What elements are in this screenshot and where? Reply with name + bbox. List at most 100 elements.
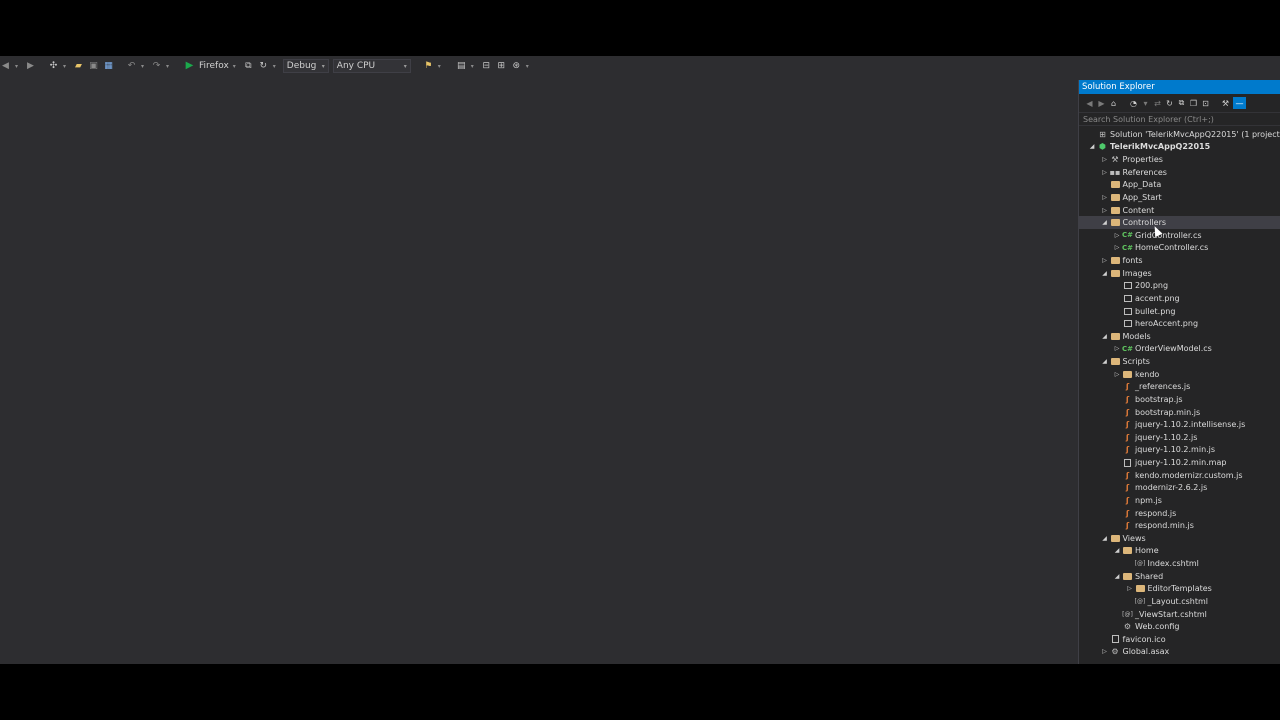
undo-dropdown-icon[interactable]: ▾ [141,63,147,70]
tree-item[interactable]: ▷ Content [1079,204,1280,217]
tree-item[interactable]: [@] _Layout.cshtml [1079,595,1280,608]
bookmark-icon[interactable]: ⊟ [481,60,492,72]
redo-icon[interactable]: ↷ [151,60,162,72]
tree-item[interactable]: ▷ ⚙ Global.asax [1079,646,1280,659]
tree-item[interactable]: favicon.ico [1079,633,1280,646]
pending-changes-filter-icon[interactable]: ◔ [1129,98,1138,108]
tree-item[interactable]: ʃ modernizr-2.6.2.js [1079,482,1280,495]
tree-item[interactable]: ▷ ▪▪ References [1079,166,1280,179]
tree-item[interactable]: ▷ ⚒ Properties [1079,153,1280,166]
tree-item[interactable]: jquery-1.10.2.min.map [1079,456,1280,469]
preview-selected-icon[interactable]: ⊡ [1201,98,1210,108]
tree-item[interactable]: ʃ npm.js [1079,494,1280,507]
start-debug-icon[interactable]: ▶ [184,60,195,72]
new-project-dropdown-icon[interactable]: ▾ [63,63,69,70]
refresh-dropdown-icon[interactable]: ▾ [273,63,279,70]
tree-item[interactable]: heroAccent.png [1079,317,1280,330]
browser-link-icon[interactable]: ⧉ [243,60,254,72]
tree-item[interactable]: ▷ EditorTemplates [1079,583,1280,596]
tree-item[interactable]: accent.png [1079,292,1280,305]
tree-item[interactable]: ◢ Images [1079,267,1280,280]
show-all-files-icon[interactable]: ❐ [1189,98,1198,108]
tree-item[interactable]: ʃ kendo.modernizr.custom.js [1079,469,1280,482]
clipboard-icon[interactable]: ▤ [456,60,467,72]
tree-item[interactable]: ʃ jquery-1.10.2.js [1079,431,1280,444]
collapsed-arrow-icon[interactable]: ▷ [1112,230,1122,240]
back-icon[interactable]: ◀ [1085,98,1094,108]
collapsed-arrow-icon[interactable]: ▷ [1100,155,1110,165]
collapsed-arrow-icon[interactable]: ▷ [1100,647,1110,657]
tree-item[interactable]: ▷ C# GridController.cs [1079,229,1280,242]
tree-item[interactable]: [@] _ViewStart.cshtml [1079,608,1280,621]
collapsed-arrow-icon[interactable]: ▷ [1100,192,1110,202]
refresh-icon[interactable]: ↻ [258,60,269,72]
collapsed-arrow-icon[interactable]: ▷ [1100,205,1110,215]
toolbar-overflow-icon[interactable]: ▾ [438,63,444,70]
tree-item[interactable]: ◢ Home [1079,545,1280,558]
run-target-dropdown-icon[interactable]: ▾ [233,63,239,70]
next-bookmark-icon[interactable]: ⊞ [496,60,507,72]
expanded-arrow-icon[interactable]: ◢ [1100,357,1110,367]
tree-item[interactable]: ◢ Views [1079,532,1280,545]
tree-item[interactable]: ʃ respond.js [1079,507,1280,520]
tree-item[interactable]: ◢ Scripts [1079,355,1280,368]
tree-item[interactable]: ▷ fonts [1079,254,1280,267]
navigate-forward-icon[interactable]: ▶ [25,60,36,72]
tree-item[interactable]: ▷ C# OrderViewModel.cs [1079,343,1280,356]
expanded-arrow-icon[interactable]: ◢ [1100,331,1110,341]
collapsed-arrow-icon[interactable]: ▷ [1112,243,1122,253]
new-project-icon[interactable]: ✣ [48,60,59,72]
panel-title[interactable]: Solution Explorer [1079,80,1280,94]
tree-item[interactable]: [@] Index.cshtml [1079,557,1280,570]
tree-item[interactable]: ʃ jquery-1.10.2.intellisense.js [1079,418,1280,431]
tree-item[interactable]: ʃ bootstrap.js [1079,393,1280,406]
expanded-arrow-icon[interactable]: ◢ [1112,571,1122,581]
tree-item[interactable]: ▷ C# HomeController.cs [1079,242,1280,255]
properties-wrench-icon[interactable]: ⚒ [1221,98,1230,108]
tree-item[interactable]: ◢ Shared [1079,570,1280,583]
solution-search-input[interactable]: Search Solution Explorer (Ctrl+;) [1079,112,1280,126]
tree-item[interactable]: ʃ jquery-1.10.2.min.js [1079,444,1280,457]
save-all-icon[interactable]: ▦ [103,60,114,72]
collapsed-arrow-icon[interactable]: ▷ [1112,369,1122,379]
tree-item[interactable]: 200.png [1079,280,1280,293]
redo-dropdown-icon[interactable]: ▾ [166,63,172,70]
tree-item[interactable]: ▷ kendo [1079,368,1280,381]
filter-dropdown-icon[interactable]: ▾ [1141,98,1150,108]
navigate-back-icon[interactable]: ◀ [0,60,11,72]
tree-item[interactable]: ʃ respond.min.js [1079,519,1280,532]
collapsed-arrow-icon[interactable]: ▷ [1100,167,1110,177]
clipboard-dropdown-icon[interactable]: ▾ [471,63,477,70]
platform-select[interactable]: Any CPU ▾ [332,59,411,73]
tree-item[interactable]: ⚙ Web.config [1079,620,1280,633]
back-dropdown-icon[interactable]: ▾ [15,63,21,70]
preview-toggle-icon[interactable]: — [1233,97,1246,109]
tree-item[interactable]: ▷ App_Start [1079,191,1280,204]
expanded-arrow-icon[interactable]: ◢ [1087,142,1097,152]
undo-icon[interactable]: ↶ [126,60,137,72]
open-file-icon[interactable]: ▰ [73,60,84,72]
tree-item[interactable]: App_Data [1079,179,1280,192]
forward-icon[interactable]: ▶ [1097,98,1106,108]
expanded-arrow-icon[interactable]: ◢ [1112,546,1122,556]
comment-icon[interactable]: ⊛ [511,60,522,72]
configuration-select[interactable]: Debug ▾ [282,59,329,73]
save-icon[interactable]: ▣ [88,60,99,72]
tree-item[interactable]: ⊞ Solution 'TelerikMvcAppQ22015' (1 proje… [1079,128,1280,141]
tree-item[interactable]: ◢ Controllers [1079,216,1280,229]
tree-item[interactable]: bullet.png [1079,305,1280,318]
collapse-all-icon[interactable]: ⧉ [1177,98,1186,108]
run-target-label[interactable]: Firefox [199,61,229,71]
expanded-arrow-icon[interactable]: ◢ [1100,533,1110,543]
collapsed-arrow-icon[interactable]: ▷ [1100,256,1110,266]
customize-toolbar-icon[interactable]: ▾ [526,63,532,70]
collapsed-arrow-icon[interactable]: ▷ [1112,344,1122,354]
tree-item[interactable]: ʃ _references.js [1079,381,1280,394]
expanded-arrow-icon[interactable]: ◢ [1100,218,1110,228]
refresh-icon[interactable]: ↻ [1165,98,1174,108]
tree-item[interactable]: ◢ ⬢ TelerikMvcAppQ22015 [1079,141,1280,154]
sync-with-active-document-icon[interactable]: ⇄ [1153,98,1162,108]
tree-item[interactable]: ʃ bootstrap.min.js [1079,406,1280,419]
tree-item[interactable]: ◢ Models [1079,330,1280,343]
collapsed-arrow-icon[interactable]: ▷ [1125,584,1135,594]
